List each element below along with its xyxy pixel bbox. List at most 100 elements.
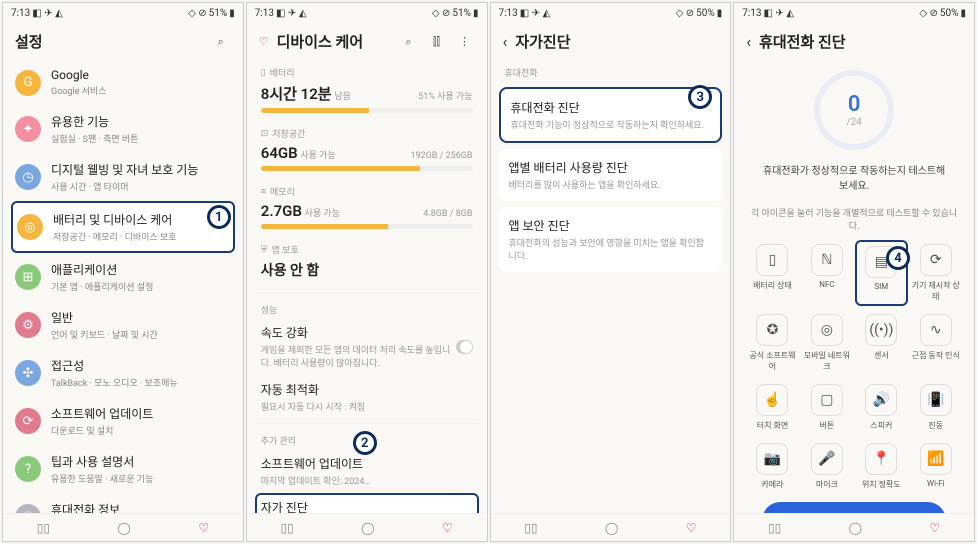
page-title: 설정 (15, 31, 203, 52)
settings-item[interactable]: ⓘ휴대전화 정보상태 · 법률 정보 · 휴대전화 이름 (11, 493, 235, 513)
nav-back-icon[interactable]: ♡ (930, 521, 941, 535)
nav-home-icon[interactable]: ◯ (849, 521, 862, 535)
toggle-speed-boost[interactable] (456, 340, 472, 354)
diag-icon-cell[interactable]: ▯배터리 상태 (746, 240, 798, 306)
section-performance: 성능 (255, 297, 479, 318)
callout-2: 2 (353, 431, 377, 455)
nav-back-icon[interactable]: ♡ (442, 521, 453, 535)
diag-glyph-icon: ((•)) (865, 314, 897, 346)
extra-self-diagnosis[interactable]: 자가 진단 터치 화면, 센서, 충전 등 (255, 493, 479, 513)
diag-icon-cell[interactable]: 📍위치 정확도 (855, 439, 907, 494)
diag-glyph-icon: ▯ (756, 244, 788, 276)
screen-phone-diagnosis: 7:13 ◧ ✈ ◭ ◇ ⊘ 50% ▮ ‹ 휴대전화 진단 0 /24 휴대전… (733, 2, 975, 542)
diag-app-security[interactable]: 앱 보안 진단 휴대전화의 성능과 보안에 영향을 미치는 앱을 확인합니다. (499, 207, 723, 272)
metric-battery[interactable]: 8시간 12분 남음 51% 사용 가능 (255, 81, 479, 121)
diag-icon-cell[interactable]: ☝터치 화면 (746, 380, 798, 435)
metric-memory[interactable]: 2.7GB 사용 가능 4.8GB / 8GB (255, 200, 479, 237)
diag-icon-cell[interactable]: 🎤 마이크 (801, 439, 853, 494)
diag-glyph-icon: ✪ (756, 314, 788, 346)
section-storage: ⊡ 저장공간 (255, 121, 479, 142)
search-icon[interactable]: ⌕ (399, 35, 419, 49)
nav-home-icon[interactable]: ◯ (605, 521, 618, 535)
settings-item-label: 유용한 기능 (51, 113, 231, 130)
nav-back-icon[interactable]: ♡ (686, 521, 697, 535)
diag-icon-cell[interactable]: 📷카메라 (746, 439, 798, 494)
settings-item-icon: ◷ (15, 164, 41, 190)
settings-item-label: 디지털 웰빙 및 자녀 보호 기능 (51, 161, 231, 178)
settings-item-icon: ? (15, 456, 41, 482)
settings-item-sub: 다운로드 및 설치 (51, 424, 231, 437)
diag-icon-cell[interactable]: ℕ NFC (801, 240, 853, 306)
settings-item-icon: ⟳ (15, 408, 41, 434)
metric-storage[interactable]: 64GB 사용 가능 192GB / 256GB (255, 142, 479, 179)
diag-icon-cell[interactable]: ▢버튼 (801, 380, 853, 435)
search-icon[interactable]: ⌕ (211, 35, 231, 49)
diag-icon-label: Wi-Fi (927, 479, 945, 488)
extra-sw-update[interactable]: 소프트웨어 업데이트 마지막 업데이트 확인: 2024… (255, 449, 479, 493)
settings-item-sub: 저장공간 · 메모리 · 디바이스 보호 (53, 230, 229, 243)
diag-icon-cell[interactable]: ∿근접 동작 인식 (910, 310, 962, 376)
diag-glyph-icon: ⟳ (920, 244, 952, 276)
diag-glyph-icon: ▢ (811, 384, 843, 416)
settings-item-icon: ◎ (17, 214, 43, 240)
start-all-button[interactable]: 전체 진단 시작 (762, 502, 946, 513)
metric-protect[interactable]: 사용 안 함 (255, 258, 479, 288)
nav-recent-icon[interactable]: ▯▯ (37, 521, 50, 535)
settings-item[interactable]: ✦유용한 기능실험실 · S펜 · 측면 버튼 (11, 105, 235, 153)
status-battery: 51% (209, 8, 228, 19)
diag-icon-cell[interactable]: 🔊스피커 (855, 380, 907, 435)
diag-icon-label: 마이크 (816, 479, 838, 490)
settings-item-icon: ⊞ (15, 264, 41, 290)
header: ‹ 휴대전화 진단 (734, 23, 974, 60)
callout-4: 4 (886, 246, 910, 270)
settings-item[interactable]: GGoogleGoogle 서비스 (11, 60, 235, 105)
settings-item[interactable]: ⚙일반언어 및 키보드 · 날짜 및 시간 (11, 301, 235, 349)
diag-icon-cell[interactable]: ⟳기기 재시작 상태 (910, 240, 962, 306)
nav-home-icon[interactable]: ◯ (361, 521, 374, 535)
nav-recent-icon[interactable]: ▯▯ (524, 521, 537, 535)
settings-item-label: 소프트웨어 업데이트 (51, 405, 231, 422)
diag-icon-label: 근접 동작 인식 (912, 350, 960, 361)
diag-icon-cell[interactable]: ((•)) 센서 (855, 310, 907, 376)
settings-item-icon: ⓘ (15, 504, 41, 513)
settings-item[interactable]: ⊞애플리케이션기본 앱 · 애플리케이션 설정 (11, 253, 235, 301)
settings-item[interactable]: ?팁과 사용 설명서유용한 도움말 · 새로운 기능 (11, 445, 235, 493)
settings-item[interactable]: ◎ 배터리 및 디바이스 케어저장공간 · 메모리 · 디바이스 보호 (11, 201, 235, 253)
nav-recent-icon[interactable]: ▯▯ (280, 521, 293, 535)
diag-battery-per-app[interactable]: 앱별 배터리 사용량 진단 배터리를 많이 사용하는 앱을 확인하세요. (499, 149, 723, 201)
perf-speed-boost[interactable]: 속도 강화 게임을 제외한 모든 앱의 데이터 처리 속도를 높입니다. 배터리… (255, 318, 479, 375)
statusbar: 7:13 ◧ ✈ ◭ ◇ ⊘ 51% ▮ (3, 3, 243, 23)
perf-auto-optimize[interactable]: 자동 최적화 필요시 자동 다시 시작 : 켜짐 (255, 375, 479, 419)
diag-icon-cell[interactable]: ✪공식 소프트웨어 (746, 310, 798, 376)
diag-icon-label: NFC (819, 280, 834, 289)
callout-1: 1 (207, 205, 231, 229)
navbar: ▯▯ ◯ ♡ (3, 513, 243, 541)
settings-item[interactable]: ✣접근성TalkBack · 모노 오디오 · 보조메뉴 (11, 349, 235, 397)
header: ♡ 디바이스 케어 ⌕ ⫿⫿ ⋮ (247, 23, 487, 60)
diag-glyph-icon: 🎤 (811, 443, 843, 475)
statusbar: 7:13 ◧ ✈ ◭ ◇ ⊘ 51% ▮ (247, 3, 487, 23)
back-icon[interactable]: ‹ (746, 32, 751, 51)
settings-item-icon: ✦ (15, 116, 41, 142)
more-icon[interactable]: ⋮ (455, 35, 475, 48)
diag-icon-label: 카메라 (761, 479, 783, 490)
chart-icon[interactable]: ⫿⫿ (427, 35, 447, 49)
nav-back-icon[interactable]: ♡ (198, 521, 209, 535)
settings-item-label: 접근성 (51, 357, 231, 374)
nav-home-icon[interactable]: ◯ (117, 521, 130, 535)
diag-icon-label: 센서 (874, 350, 889, 361)
settings-item-sub: 기본 앱 · 애플리케이션 설정 (51, 280, 231, 293)
settings-item-sub: Google 서비스 (51, 84, 231, 97)
diag-icon-cell[interactable]: 📳진동 (910, 380, 962, 435)
statusbar: 7:13 ◧ ✈ ◭ ◇ ⊘ 50% ▮ (491, 3, 731, 23)
section-protect: ⛨ 앱 보호 (255, 237, 479, 258)
diag-glyph-icon: ℕ (811, 244, 843, 276)
settings-item-sub: 사용 시간 · 앱 타이머 (51, 180, 231, 193)
settings-item[interactable]: ◷ 디지털 웰빙 및 자녀 보호 기능사용 시간 · 앱 타이머 (11, 153, 235, 201)
diag-icon-cell[interactable]: 📶Wi-Fi (910, 439, 962, 494)
nav-recent-icon[interactable]: ▯▯ (768, 521, 781, 535)
back-icon[interactable]: ‹ (503, 32, 508, 51)
settings-item-label: 배터리 및 디바이스 케어 (53, 211, 229, 228)
diag-icon-cell[interactable]: ◎모바일 네트워크 (801, 310, 853, 376)
settings-item[interactable]: ⟳ 소프트웨어 업데이트다운로드 및 설치 (11, 397, 235, 445)
